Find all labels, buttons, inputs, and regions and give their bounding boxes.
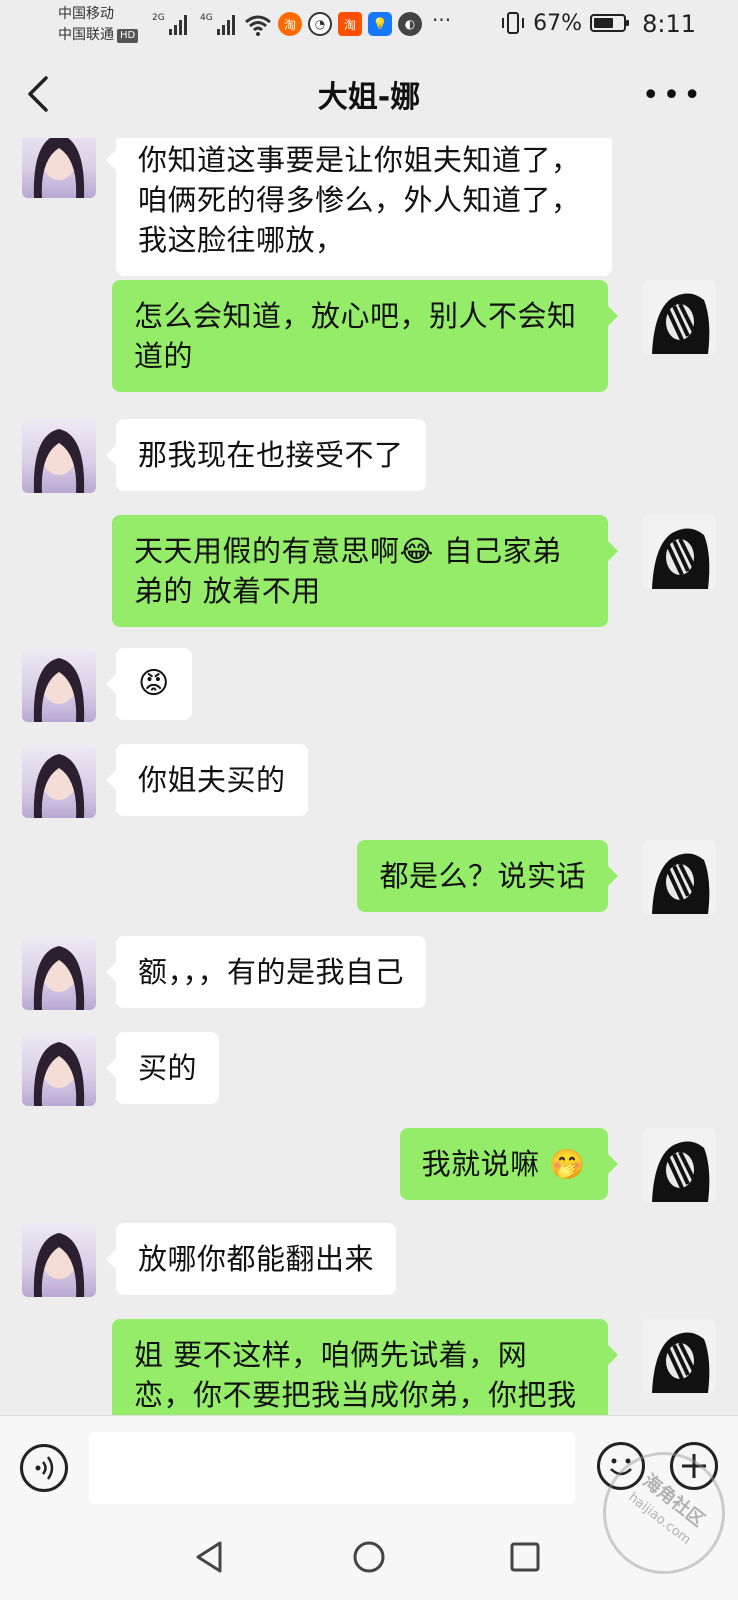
- contact-avatar[interactable]: [22, 138, 96, 198]
- more-dots-icon: ···: [432, 8, 452, 32]
- battery-group: 67%: [501, 10, 629, 36]
- chat-title: 大姐-娜: [317, 80, 421, 115]
- message-list[interactable]: 你知道这事要是让你姐夫知道了，咱俩死的得多惨么，外人知道了，我这脸往哪放， 怎么…: [0, 138, 738, 1415]
- message-text[interactable]: 姐 要不这样，咱俩先试着，网恋，你不要把我当成你弟，你把我当: [112, 1319, 618, 1415]
- message-text[interactable]: 你姐夫买的: [106, 744, 308, 816]
- message-input[interactable]: [89, 1432, 575, 1504]
- my-avatar[interactable]: [642, 1128, 716, 1202]
- message-text[interactable]: 买的: [105, 1032, 220, 1104]
- battery-icon: [590, 14, 629, 32]
- my-avatar[interactable]: [642, 280, 716, 354]
- message-text[interactable]: 怎么会知道，放心吧，别人不会知道的: [112, 280, 618, 392]
- taobao-icon: 淘: [278, 12, 302, 36]
- wifi-icon: [245, 15, 271, 36]
- signal-2g-icon: 2G: [152, 13, 187, 35]
- browser-icon: ◔: [308, 12, 332, 36]
- idea-bulb-icon: 💡: [368, 12, 392, 36]
- message-text[interactable]: 我就说嘛 🤭: [399, 1128, 619, 1200]
- my-avatar[interactable]: [642, 840, 716, 914]
- contact-avatar[interactable]: [22, 936, 96, 1010]
- message-emoji[interactable]: 😡: [106, 648, 192, 720]
- home-circle-icon[interactable]: [347, 1535, 391, 1579]
- message-text[interactable]: 那我现在也接受不了: [106, 419, 426, 491]
- signal-2g-label: 2G: [152, 13, 165, 23]
- carrier-2: 中国联通: [58, 27, 114, 43]
- contact-avatar[interactable]: [22, 744, 96, 818]
- vibrate-icon: [502, 12, 525, 34]
- signal-4g-label: 4G: [200, 13, 213, 23]
- my-avatar[interactable]: [642, 1319, 716, 1393]
- my-avatar[interactable]: [642, 515, 716, 589]
- recents-square-icon[interactable]: [503, 1535, 547, 1579]
- message-text[interactable]: 天天用假的有意思啊😂 自己家弟弟的 放着不用: [112, 515, 618, 627]
- signal-4g-icon: 4G: [200, 13, 235, 35]
- contact-avatar[interactable]: [22, 648, 96, 722]
- back-triangle-icon[interactable]: [188, 1535, 232, 1579]
- chat-header: 大姐-娜 •••: [0, 50, 738, 138]
- contact-avatar[interactable]: [22, 1032, 96, 1106]
- message-text[interactable]: 放哪你都能翻出来: [105, 1223, 397, 1295]
- more-horizontal-icon[interactable]: •••: [642, 78, 704, 113]
- status-bar: 中国移动 中国联通 HD 2G 4G 淘 ◔ 淘 💡 ◐ ··· 67% 8:11: [0, 0, 738, 50]
- sync-icon: ◐: [398, 12, 422, 36]
- taobao-app-icon: 淘: [338, 12, 362, 36]
- battery-percent: 67%: [533, 10, 582, 36]
- message-text[interactable]: 你知道这事要是让你姐夫知道了，咱俩死的得多惨么，外人知道了，我这脸往哪放，: [106, 138, 612, 276]
- message-text[interactable]: 都是么？说实话: [357, 840, 618, 912]
- message-text[interactable]: 额，，，有的是我自己: [105, 936, 427, 1008]
- clock: 8:11: [642, 10, 696, 38]
- voice-icon[interactable]: [20, 1444, 68, 1492]
- hd-badge: HD: [117, 29, 139, 43]
- contact-avatar[interactable]: [22, 1223, 96, 1297]
- carrier-1: 中国移动: [58, 6, 114, 22]
- contact-avatar[interactable]: [22, 419, 96, 493]
- carrier-info: 中国移动 中国联通 HD: [58, 4, 139, 46]
